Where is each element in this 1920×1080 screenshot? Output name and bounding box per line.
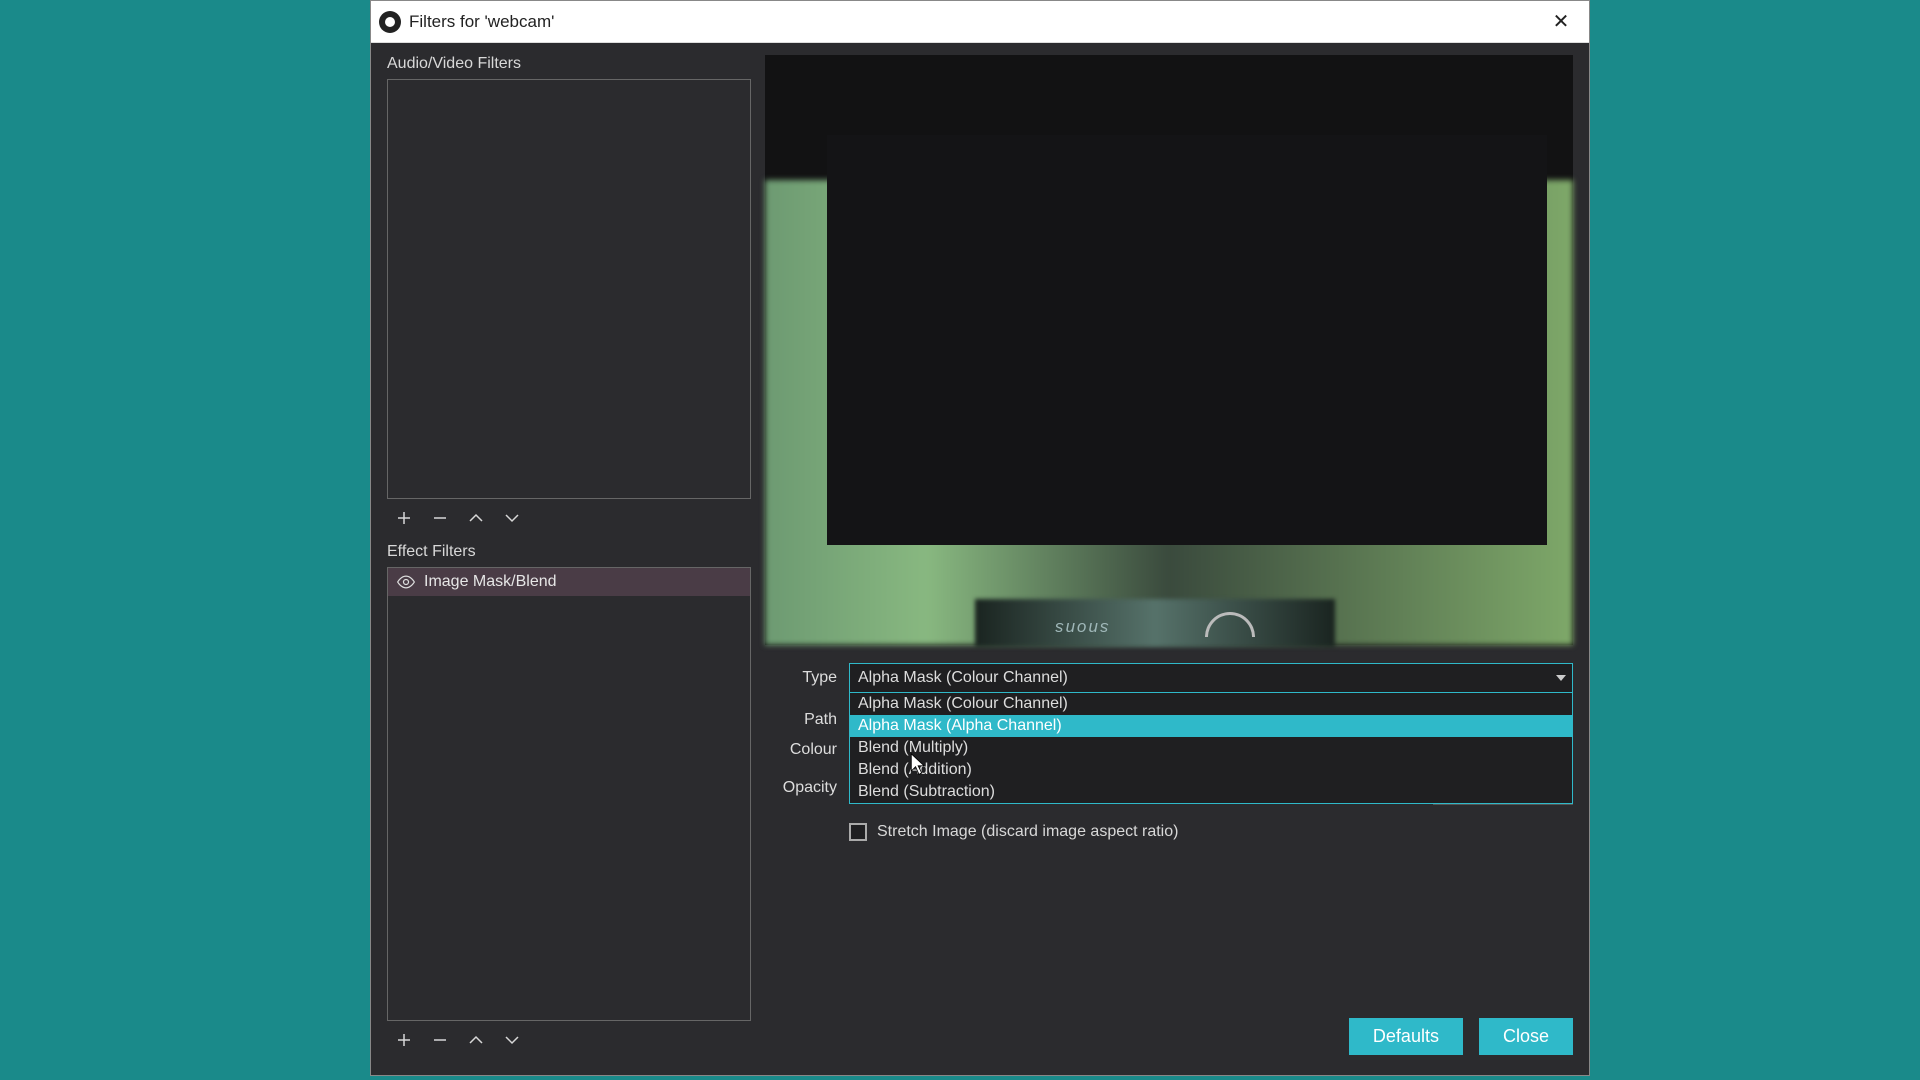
av-filters-toolbar: [387, 499, 751, 537]
stretch-checkbox[interactable]: [849, 823, 867, 841]
chevron-down-icon: [1556, 675, 1566, 681]
visibility-icon[interactable]: [396, 572, 416, 592]
av-filters-label: Audio/Video Filters: [387, 55, 751, 73]
preview-monitor-base: [975, 599, 1335, 647]
av-filters-list[interactable]: [387, 79, 751, 499]
dropdown-option[interactable]: Blend (Multiply): [850, 737, 1572, 759]
filters-dialog: Filters for 'webcam' ✕ Audio/Video Filte…: [370, 0, 1590, 1076]
effect-filters-list[interactable]: Image Mask/Blend: [387, 567, 751, 1021]
stretch-row: Stretch Image (discard image aspect rati…: [849, 823, 1573, 841]
titlebar: Filters for 'webcam' ✕: [371, 1, 1589, 43]
stretch-label: Stretch Image (discard image aspect rati…: [877, 823, 1178, 841]
properties-form: Type Alpha Mask (Colour Channel) Alpha M…: [765, 645, 1573, 841]
dropdown-option[interactable]: Alpha Mask (Colour Channel): [850, 693, 1572, 715]
type-dropdown: Alpha Mask (Colour Channel) Alpha Mask (…: [849, 693, 1573, 804]
list-item[interactable]: Image Mask/Blend: [388, 568, 750, 596]
preview-area: snons: [765, 55, 1573, 645]
dialog-content: Audio/Video Filters Effect Filters Image…: [371, 43, 1589, 1075]
move-down-icon[interactable]: [497, 505, 527, 531]
dropdown-option[interactable]: Blend (Addition): [850, 759, 1572, 781]
type-label: Type: [765, 669, 839, 687]
preview-mask-overlay: [827, 135, 1547, 545]
remove-icon[interactable]: [425, 505, 455, 531]
type-select-value: Alpha Mask (Colour Channel): [858, 669, 1068, 687]
effect-filters-toolbar: [387, 1021, 751, 1059]
app-icon: [379, 11, 401, 33]
add-icon[interactable]: [389, 505, 419, 531]
add-icon[interactable]: [389, 1027, 419, 1053]
move-down-icon[interactable]: [497, 1027, 527, 1053]
filter-item-label: Image Mask/Blend: [424, 573, 557, 591]
close-icon[interactable]: ✕: [1541, 2, 1581, 42]
move-up-icon[interactable]: [461, 1027, 491, 1053]
dropdown-option[interactable]: Blend (Subtraction): [850, 781, 1572, 803]
preview-brand-text: snons: [1053, 618, 1108, 638]
path-label: Path: [765, 711, 839, 729]
colour-label: Colour: [765, 741, 839, 759]
window-title: Filters for 'webcam': [409, 12, 1541, 32]
opacity-label: Opacity: [765, 779, 839, 797]
right-column: snons Type Alpha Mask (Colour Channel) A…: [765, 55, 1573, 1059]
move-up-icon[interactable]: [461, 505, 491, 531]
close-button[interactable]: Close: [1479, 1018, 1573, 1055]
type-row: Type Alpha Mask (Colour Channel) Alpha M…: [765, 663, 1573, 693]
dialog-buttons: Defaults Close: [1349, 1018, 1573, 1055]
type-select[interactable]: Alpha Mask (Colour Channel): [849, 663, 1573, 693]
effect-filters-label: Effect Filters: [387, 543, 751, 561]
defaults-button[interactable]: Defaults: [1349, 1018, 1463, 1055]
left-column: Audio/Video Filters Effect Filters Image…: [387, 55, 751, 1059]
dropdown-option[interactable]: Alpha Mask (Alpha Channel): [850, 715, 1572, 737]
remove-icon[interactable]: [425, 1027, 455, 1053]
